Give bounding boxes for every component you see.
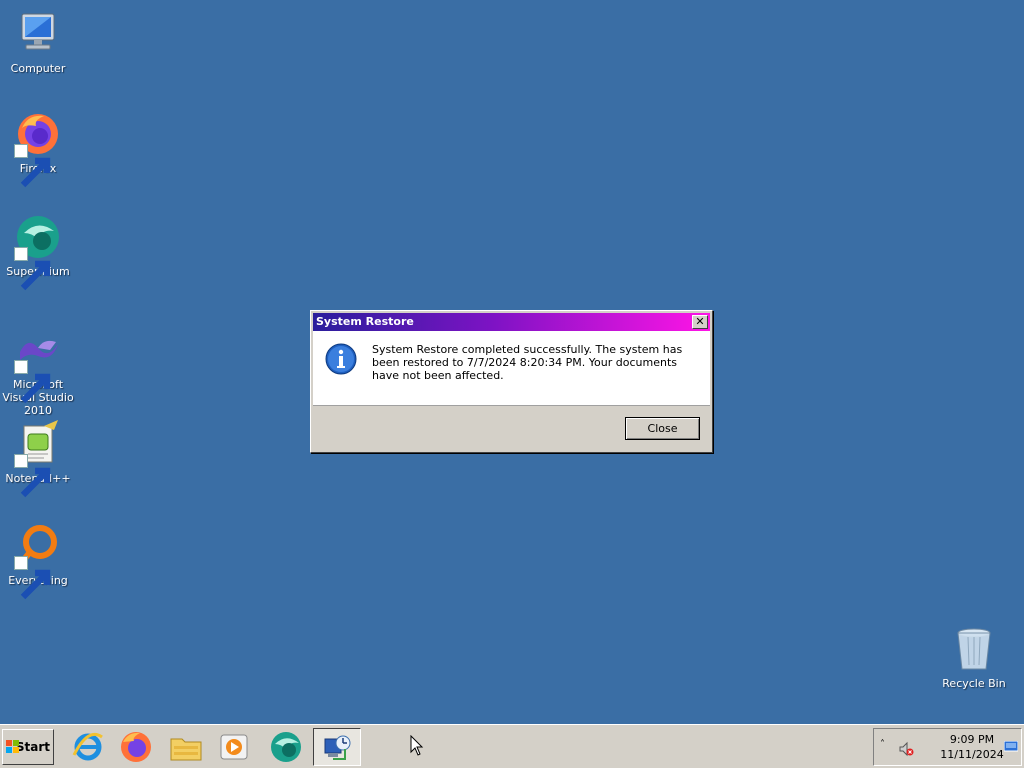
firefox-icon <box>14 110 62 188</box>
shortcut-arrow-icon <box>14 144 51 188</box>
computer-icon <box>14 10 62 58</box>
clock-time[interactable]: 9:09 PM <box>940 733 1004 746</box>
supermium-icon[interactable] <box>268 729 304 765</box>
notepadpp-icon <box>14 420 62 498</box>
desktop-icon-label: Computer <box>10 62 66 75</box>
dialog-titlebar[interactable]: System Restore ✕ <box>313 313 710 331</box>
desktop-icon-label: Recycle Bin <box>942 677 1006 690</box>
dialog-close-x-button[interactable]: ✕ <box>692 315 708 329</box>
shortcut-arrow-icon <box>14 454 51 498</box>
supermium-icon <box>14 213 62 291</box>
start-label: Start <box>15 740 50 754</box>
shortcut-arrow-icon <box>14 360 51 404</box>
recycle-bin-icon <box>950 625 998 673</box>
dialog-title: System Restore <box>316 315 414 328</box>
clock-date[interactable]: 11/11/2024 <box>940 748 1004 761</box>
speaker-muted-icon[interactable] <box>898 741 914 757</box>
desktop-icon-visual-studio[interactable]: Microsoft Visual Studio 2010 <box>0 326 76 417</box>
start-button[interactable]: Start <box>2 729 54 765</box>
media-player-icon[interactable] <box>216 729 252 765</box>
desktop-icon-supermium[interactable]: Supermium <box>0 213 76 291</box>
system-restore-icon <box>319 729 355 765</box>
shortcut-arrow-icon <box>14 556 51 600</box>
firefox-icon[interactable] <box>118 729 154 765</box>
desktop-icon-notepadpp[interactable]: Notepad++ <box>0 420 76 498</box>
mouse-cursor-icon <box>410 735 424 756</box>
close-button[interactable]: Close <box>625 417 700 440</box>
file-explorer-icon[interactable] <box>168 729 204 765</box>
taskbar-system-restore-button[interactable] <box>313 728 361 766</box>
internet-explorer-icon[interactable] <box>70 729 106 765</box>
shortcut-arrow-icon <box>14 247 51 291</box>
windows-logo-icon <box>6 740 19 753</box>
desktop-icon-recycle-bin[interactable]: Recycle Bin <box>936 625 1012 690</box>
dialog-body: System Restore completed successfully. T… <box>313 331 710 406</box>
desktop-icon-everything[interactable]: Everything <box>0 522 76 600</box>
dialog-message: System Restore completed successfully. T… <box>372 343 683 382</box>
desktop-icon-computer[interactable]: Computer <box>0 10 76 75</box>
show-hidden-icons-button[interactable]: ˄ <box>880 739 885 750</box>
system-tray: ˄ 9:09 PM 11/11/2024 <box>873 728 1022 766</box>
visual-studio-icon <box>14 326 62 404</box>
show-desktop-icon[interactable] <box>1003 740 1019 753</box>
taskbar: Start ˄ 9:09 PM 11/11/2024 <box>0 724 1024 768</box>
desktop-icon-firefox[interactable]: Firefox <box>0 110 76 188</box>
info-icon <box>325 343 357 375</box>
system-restore-dialog: System Restore ✕ System Restore complete… <box>310 310 713 453</box>
everything-icon <box>14 522 62 600</box>
